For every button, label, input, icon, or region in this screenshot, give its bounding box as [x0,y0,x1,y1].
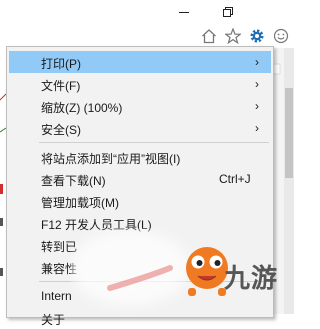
menu-item-label: 缩放(Z) (100%) [41,101,123,115]
menu-item-label: 文件(F) [41,79,81,93]
command-toolbar [195,26,294,46]
gear-icon [250,29,264,43]
menu-item-zoom[interactable]: 缩放(Z) (100%) › [9,95,271,117]
menu-item-shortcut: Ctrl+J [219,172,251,186]
chevron-right-icon: › [255,77,259,91]
menu-item-label: 转到已 [41,240,78,254]
menu-item-label: 查看下载(N) [41,174,106,188]
watermark-text: 九游 [224,263,279,293]
menu-item-go-to-pinned[interactable]: 转到已 [9,234,271,256]
restore-button[interactable] [216,3,240,21]
chevron-right-icon: › [255,99,259,113]
menu-item-add-site-to-apps[interactable]: 将站点添加到“应用”视图(I) [9,146,271,168]
chevron-right-icon: › [255,121,259,135]
favorites-button[interactable] [223,26,243,46]
menu-item-label: 管理加载项(M) [41,196,119,210]
menu-item-label: Intern [41,289,72,303]
feedback-button[interactable] [271,26,291,46]
star-icon [225,28,241,44]
home-icon [202,29,216,44]
menu-item-label: 兼容性 [41,262,78,276]
menu-item-safety[interactable]: 安全(S) › [9,117,271,139]
menu-item-label: 将站点添加到“应用”视图(I) [41,152,181,166]
minimize-icon [179,12,189,13]
menu-item-view-downloads[interactable]: 查看下载(N) Ctrl+J [9,168,271,190]
menu-item-label: 安全(S) [41,123,81,137]
restore-icon [223,7,233,17]
menu-item-file[interactable]: 文件(F) › [9,73,271,95]
smiley-icon [273,28,289,44]
menu-item-manage-addons[interactable]: 管理加载项(M) [9,190,271,212]
home-button[interactable] [199,26,219,46]
menu-item-label: 打印(P) [41,57,81,71]
minimize-button[interactable] [172,3,196,21]
chevron-right-icon: › [255,55,259,69]
menu-item-label: F12 开发人员工具(L) [41,218,152,232]
tools-button[interactable] [247,26,267,46]
menu-item-print[interactable]: 打印(P) › [9,51,271,73]
menu-item-about[interactable]: 关于 [9,307,271,329]
menu-item-f12-dev-tools[interactable]: F12 开发人员工具(L) [9,212,271,234]
menu-separator [39,142,269,143]
title-bar [0,0,294,26]
